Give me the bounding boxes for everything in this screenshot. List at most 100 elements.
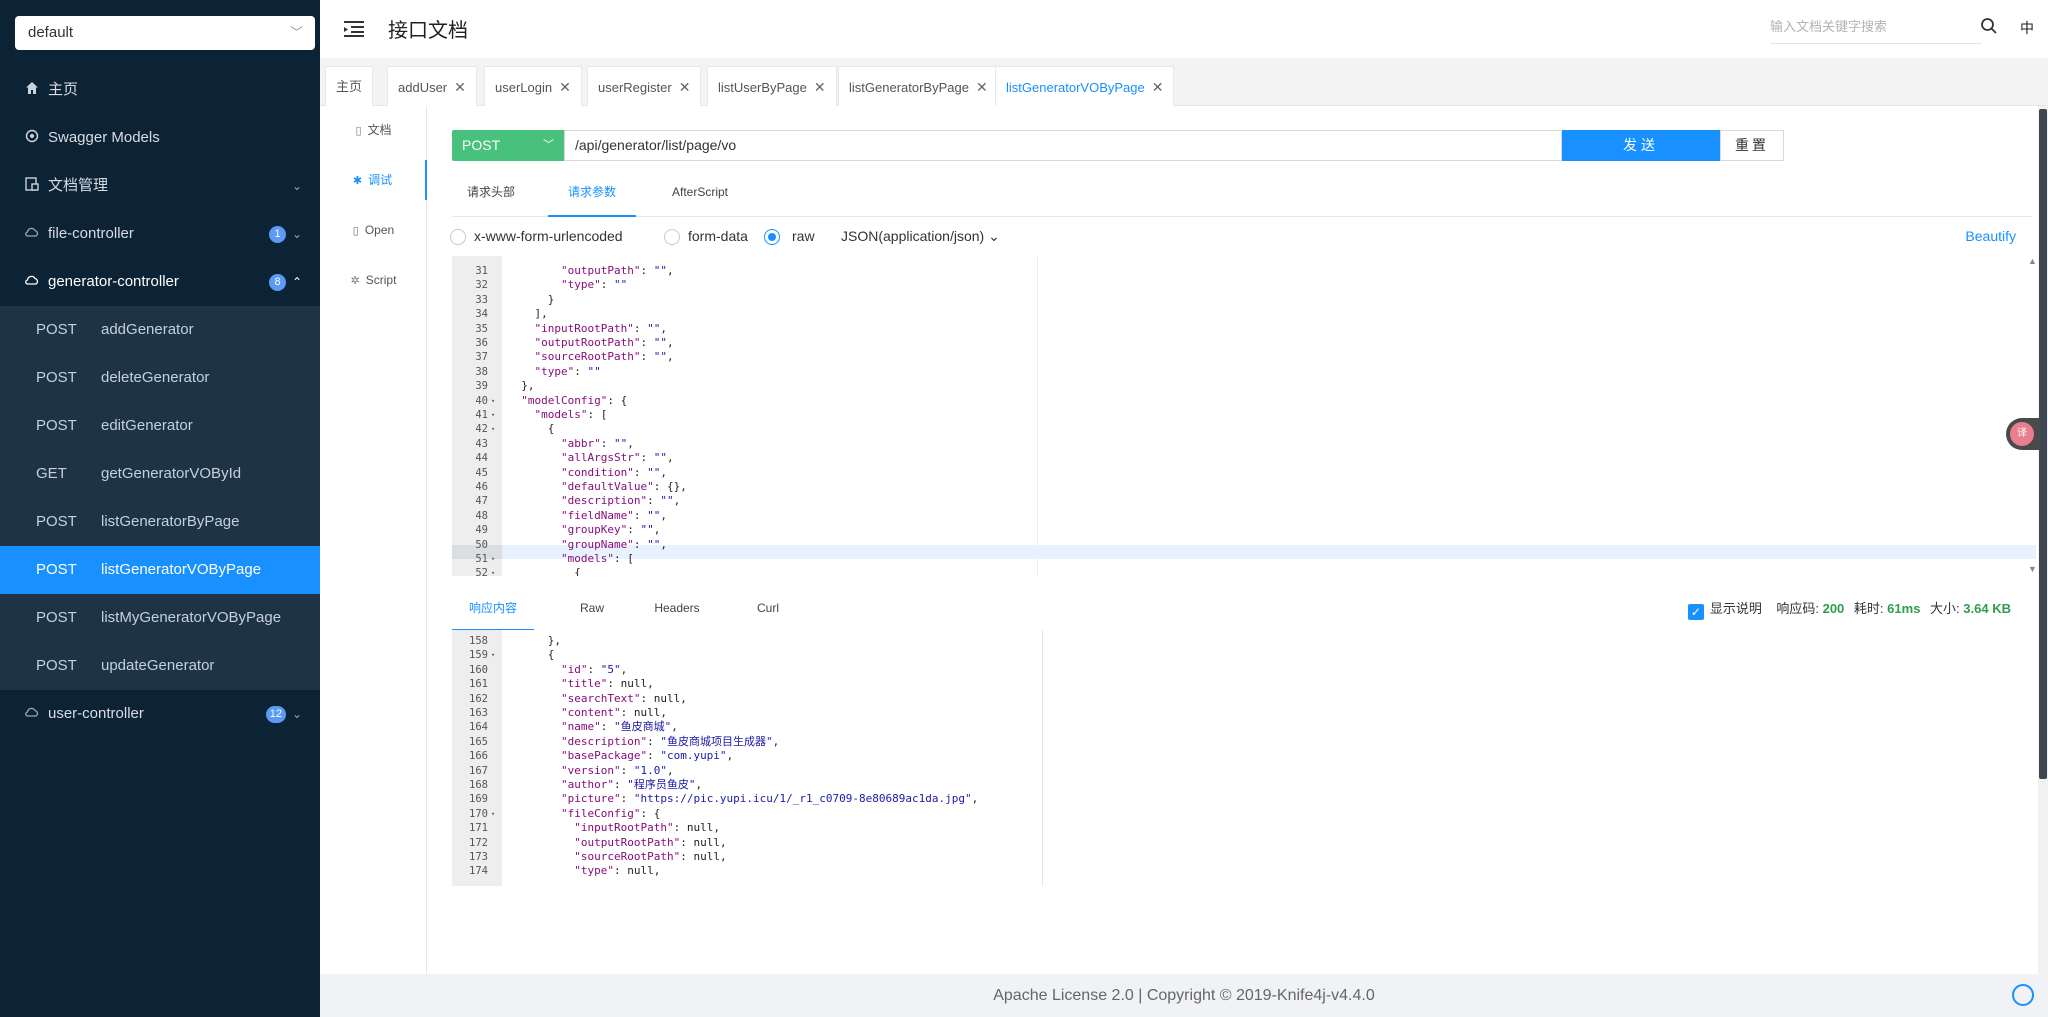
close-icon[interactable]: ✕ [679, 79, 691, 95]
code-line: ], [508, 307, 548, 321]
content-type-select[interactable]: JSON(application/json) ⌄ [841, 228, 1000, 245]
tab-response-content[interactable]: 响应内容 [452, 586, 534, 631]
docnav-document[interactable]: ▯ 文档 [320, 110, 427, 150]
editor-scroll-down-icon[interactable]: ▼ [2028, 564, 2037, 574]
close-icon[interactable]: ✕ [454, 79, 466, 95]
response-body-editor[interactable]: 158 }, 159 ▾ {160 "id": "5", 161 "title": n… [452, 630, 1042, 886]
count-badge: 8 [269, 274, 286, 291]
scrollbar-thumb[interactable] [2039, 109, 2047, 779]
endpoint-get-generator-vo-by-id[interactable]: GET getGeneratorVOById [0, 450, 320, 498]
docnav-debug[interactable]: ✱ 调试 [320, 160, 427, 200]
method-select[interactable]: POST ﹀ [452, 130, 564, 161]
line-number: 37 [475, 351, 488, 364]
language-toggle[interactable]: 中 [2020, 18, 2034, 38]
docnav-script[interactable]: ✲ Script [320, 260, 427, 300]
fold-toggle-icon[interactable]: ▾ [491, 552, 501, 566]
show-description-checkbox[interactable]: ✓ [1687, 604, 1704, 620]
code-line: "models": [ [560, 552, 634, 565]
radio-x-www-form-urlencoded[interactable] [450, 229, 466, 245]
close-icon[interactable]: ✕ [559, 79, 571, 95]
code-line: "type": "" [534, 364, 601, 378]
endpoint-name: getGeneratorVOById [101, 465, 242, 482]
sidebar-item-doc-manage[interactable]: 文档管理 ⌄ [0, 162, 320, 210]
menu-fold-icon[interactable] [344, 20, 364, 38]
tab-request-headers[interactable]: 请求头部 [452, 172, 530, 217]
tab-response-headers[interactable]: Headers [632, 586, 722, 631]
footer: Apache License 2.0 | Copyright © 2019-Kn… [320, 974, 2048, 1017]
tab-list-generator-vo-by-page[interactable]: listGeneratorVOByPage ✕ [995, 66, 1175, 106]
translate-widget[interactable]: 译 [2006, 418, 2040, 450]
fold-toggle-icon[interactable]: ▾ [491, 408, 501, 422]
endpoint-add-generator[interactable]: POST addGenerator [0, 306, 320, 354]
close-icon[interactable]: ✕ [814, 79, 826, 95]
page-scrollbar[interactable] [2038, 106, 2048, 974]
tab-home[interactable]: 主页 [325, 66, 374, 106]
sidebar-item-user-controller[interactable]: user-controller 12 ⌄ [0, 690, 320, 738]
body-type-row: x-www-form-urlencoded form-data raw JSON… [450, 222, 2032, 252]
line-number: 35 [475, 322, 488, 335]
tab-add-user[interactable]: addUser ✕ [387, 66, 477, 106]
search-input[interactable]: 输入文档关键字搜索 [1770, 14, 1982, 44]
code-line: "sourceRootPath": "", [534, 350, 674, 364]
search-icon[interactable] [1980, 17, 1998, 35]
code-line: "name": "鱼皮商城", [560, 720, 678, 734]
tab-request-params[interactable]: 请求参数 [548, 172, 636, 217]
tab-list-generator-by-page[interactable]: listGeneratorByPage ✕ [838, 66, 999, 106]
tab-user-register[interactable]: userRegister ✕ [587, 66, 702, 106]
tab-response-curl[interactable]: Curl [738, 586, 798, 631]
sidebar-item-home[interactable]: 主页 [0, 66, 320, 114]
beautify-button[interactable]: Beautify [1965, 228, 2016, 244]
tab-after-script[interactable]: AfterScript [656, 172, 744, 217]
response-tabs: 响应内容 Raw Headers Curl ✓ 显示说明 响应码: 200 耗时:… [452, 586, 2032, 631]
help-icon[interactable] [2012, 984, 2034, 1006]
endpoint-name: listGeneratorVOByPage [101, 561, 262, 578]
radio-form-data[interactable] [664, 229, 680, 245]
code-line: }, [508, 634, 561, 647]
fold-toggle-icon[interactable]: ▾ [491, 807, 501, 821]
line-number: 165 [469, 735, 488, 748]
doc-manage-icon [25, 177, 39, 191]
tab-response-raw[interactable]: Raw [562, 586, 622, 631]
code-line: "outputRootPath": "", [534, 336, 674, 349]
editor-scroll-up-icon[interactable]: ▲ [2028, 256, 2037, 266]
code-line: "models": [ [534, 408, 608, 421]
http-method: POST [36, 321, 77, 338]
endpoint-edit-generator[interactable]: POST editGenerator [0, 402, 320, 450]
footer-copyright: Apache License 2.0 | Copyright © 2019-Kn… [993, 987, 1375, 1004]
endpoint-list-generator-by-page[interactable]: POST listGeneratorByPage [0, 498, 320, 546]
line-number: 162 [469, 692, 488, 705]
endpoint-list-generator-vo-by-page[interactable]: POST listGeneratorVOByPage [0, 546, 320, 594]
tab-list-user-by-page[interactable]: listUserByPage ✕ [707, 66, 837, 106]
request-body-editor[interactable]: 31 "outputPath": "", 32 "type": "" 33 } 34 … [452, 256, 2036, 576]
endpoint-list-my-generator-vo-by-page[interactable]: POST listMyGeneratorVOByPage [0, 594, 320, 642]
fold-toggle-icon[interactable]: ▾ [491, 394, 501, 408]
radio-raw[interactable] [764, 229, 780, 245]
endpoint-update-generator[interactable]: POST updateGenerator [0, 642, 320, 690]
sidebar-item-generator-controller[interactable]: generator-controller 8 ⌃ [0, 258, 320, 306]
fold-toggle-icon[interactable]: ▾ [491, 422, 501, 436]
url-input[interactable]: /api/generator/list/page/vo [564, 130, 1562, 161]
group-select[interactable]: default ﹀ [15, 16, 315, 50]
code-line: "groupKey": "", [560, 523, 661, 537]
fold-toggle-icon[interactable]: ▾ [491, 566, 501, 576]
close-icon[interactable]: ✕ [976, 79, 988, 95]
code-line: "type": "" [560, 278, 628, 292]
tab-label: userLogin [495, 80, 553, 95]
tab-label: listGeneratorByPage [849, 80, 969, 95]
close-icon[interactable]: ✕ [1152, 79, 1164, 95]
fold-toggle-icon[interactable]: ▾ [491, 648, 501, 662]
sidebar-item-file-controller[interactable]: file-controller 1 ⌄ [0, 210, 320, 258]
sidebar-item-swagger-models[interactable]: Swagger Models [0, 114, 320, 162]
send-button[interactable]: 发送 [1562, 130, 1720, 161]
line-number: 172 [469, 836, 488, 849]
chevron-down-icon: ﹀ [289, 25, 303, 40]
docnav-open[interactable]: ▯ Open [320, 210, 427, 250]
tab-user-login[interactable]: userLogin ✕ [484, 66, 582, 106]
reset-button[interactable]: 重置 [1720, 130, 1784, 161]
line-number: 36 [475, 337, 488, 349]
code-line: "type": null, [574, 864, 661, 878]
endpoint-delete-generator[interactable]: POST deleteGenerator [0, 354, 320, 402]
count-badge: 12 [265, 706, 286, 723]
line-number: 47 [475, 495, 488, 508]
cloud-icon [25, 227, 39, 237]
